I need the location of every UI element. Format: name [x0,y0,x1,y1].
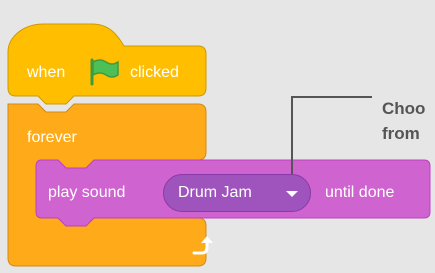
callout-line-2: from [382,124,420,143]
play-sound-label: play sound [48,184,126,201]
callout-text: Choo from [382,96,425,146]
forever-label: forever [27,129,77,146]
loop-arrow-icon [192,236,213,255]
callout-line-1: Choo [382,99,426,118]
sound-dropdown[interactable]: Drum Jam [163,174,311,212]
dropdown-caret-icon [286,191,298,197]
sound-dropdown-value: Drum Jam [178,184,252,201]
green-flag-icon[interactable] [88,57,122,87]
when-label: when [27,64,66,81]
until-done-label: until done [325,184,395,201]
clicked-label: clicked [130,64,179,81]
